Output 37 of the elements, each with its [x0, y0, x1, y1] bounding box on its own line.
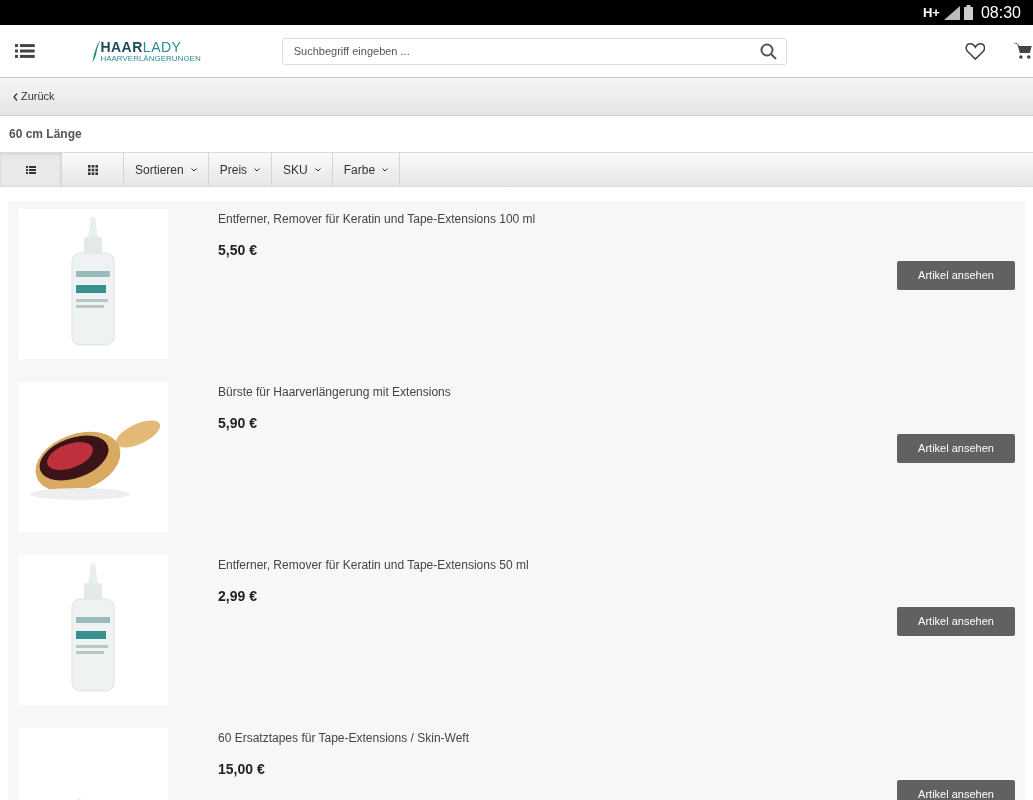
search-icon[interactable] — [759, 42, 777, 60]
product-title[interactable]: 60 Ersatztapes für Tape-Extensions / Skin-Weft — [218, 729, 1015, 747]
filter-dropdown[interactable]: Farbe — [332, 153, 401, 186]
clock-time: 08:30 — [980, 2, 1021, 23]
heart-icon[interactable] — [964, 42, 986, 60]
logo-wordmark[interactable]: HAARLADY — [100, 39, 201, 54]
view-article-button[interactable]: Artikel ansehen — [897, 261, 1015, 290]
product-price: 5,90 € — [218, 414, 258, 433]
chevron-left-icon — [13, 92, 18, 101]
product-price: 2,99 € — [218, 587, 258, 606]
filter-dropdown[interactable]: SKU — [272, 153, 333, 186]
view-article-button[interactable]: Artikel ansehen — [897, 434, 1015, 463]
battery-icon — [963, 5, 973, 20]
chevron-down-icon — [382, 167, 389, 172]
network-type: H+ — [922, 3, 940, 22]
chevron-down-icon — [254, 167, 261, 172]
product-price: 5,50 € — [218, 241, 258, 260]
back-link[interactable]: Zurück — [13, 88, 55, 105]
list-icon — [25, 165, 36, 174]
filter-dropdown[interactable]: Sortieren — [124, 153, 209, 186]
category-title: 60 cm Länge — [9, 126, 82, 143]
product-price: 15,00 € — [218, 760, 266, 779]
logo-tagline: HAARVERLÄNGERUNGEN — [100, 54, 201, 63]
cart-icon[interactable] — [1013, 42, 1033, 60]
product-title[interactable]: Bürste für Haarverlängerung mit Extensions — [218, 383, 1015, 401]
search-field[interactable]: Suchbegriff eingeben ... — [281, 37, 787, 65]
menu-icon[interactable] — [15, 43, 35, 59]
chevron-down-icon — [314, 167, 321, 172]
filter-dropdown[interactable]: Preis — [208, 153, 273, 186]
chevron-down-icon — [190, 167, 197, 172]
view-article-button[interactable]: Artikel ansehen — [897, 607, 1015, 636]
product-title[interactable]: Entferner, Remover für Keratin und Tape-Extensions 100 ml — [218, 210, 1015, 228]
list-view-button[interactable] — [0, 153, 62, 186]
view-article-button[interactable]: Artikel ansehen — [897, 780, 1015, 800]
grid-icon — [87, 164, 98, 175]
signal-icon — [943, 5, 960, 20]
product-title[interactable]: Entferner, Remover für Keratin und Tape-Extensions 50 ml — [218, 556, 1015, 574]
